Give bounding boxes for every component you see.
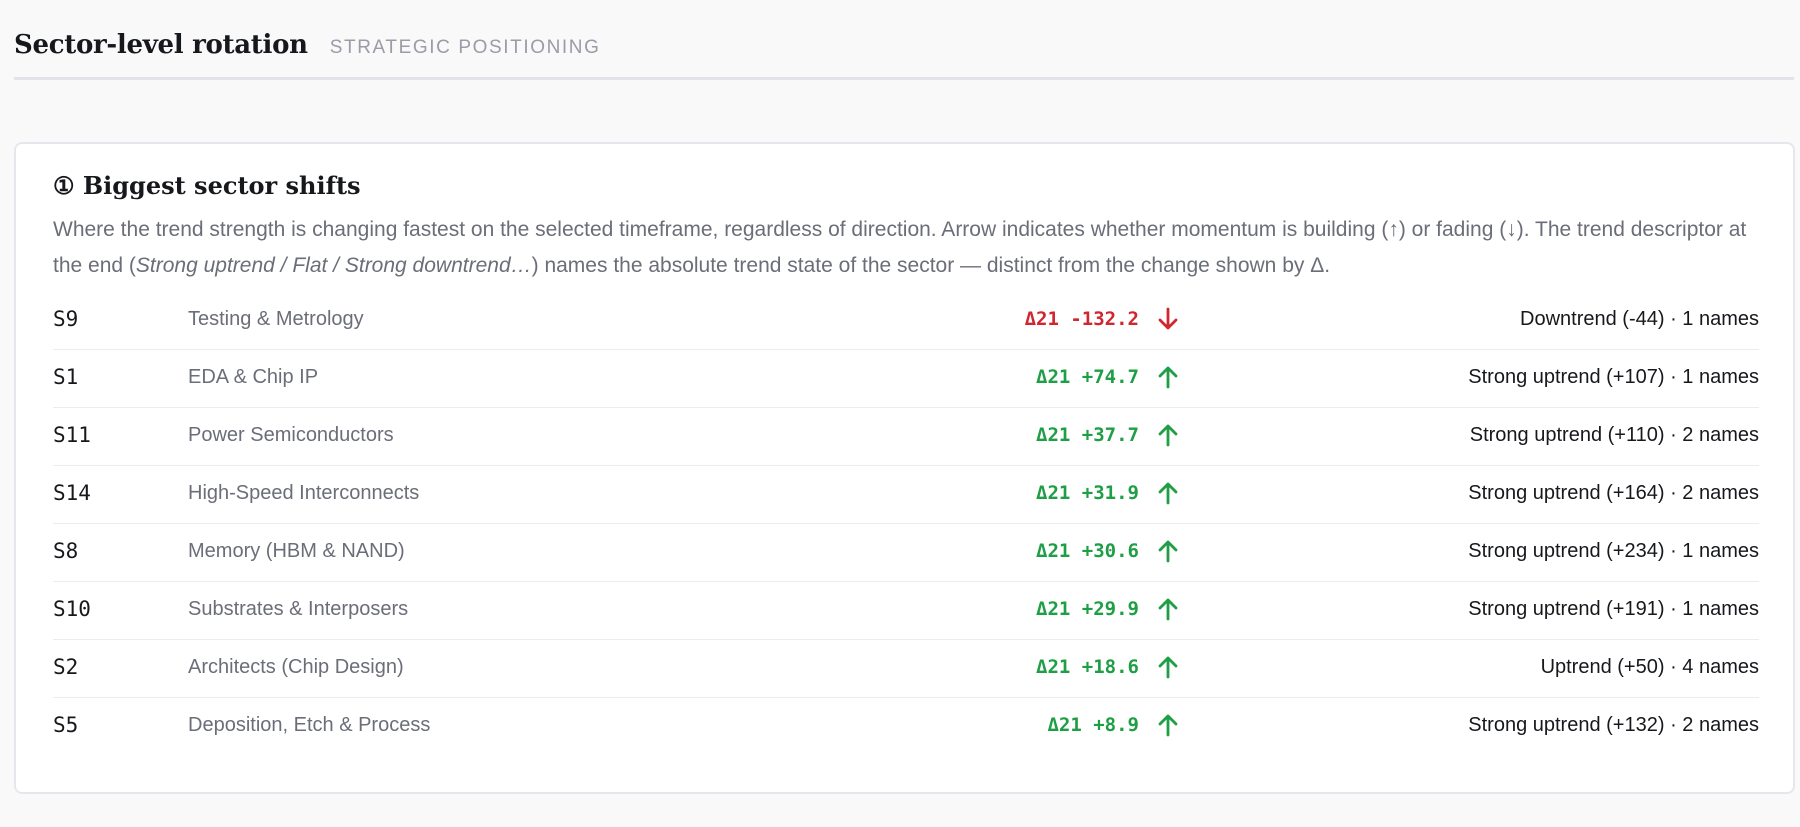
sector-trend: Strong uptrend (+191) · 1 names bbox=[1468, 598, 1759, 620]
sector-row[interactable]: S10 Substrates & Interposers Δ21 +29.9 S… bbox=[53, 582, 1759, 640]
sector-trend: Downtrend (-44) · 1 names bbox=[1520, 308, 1759, 330]
sector-delta: Δ21 +8.9 bbox=[1047, 714, 1139, 736]
card-description: Where the trend strength is changing fas… bbox=[53, 212, 1753, 284]
sector-row[interactable]: S14 High-Speed Interconnects Δ21 +31.9 S… bbox=[53, 466, 1759, 524]
arrow-down-icon bbox=[1158, 307, 1178, 330]
sector-delta: Δ21 +30.6 bbox=[1036, 540, 1139, 562]
section-subtitle: STRATEGIC POSITIONING bbox=[329, 37, 601, 58]
sector-name: Deposition, Etch & Process bbox=[188, 714, 431, 736]
sector-trend: Strong uptrend (+132) · 2 names bbox=[1468, 714, 1759, 736]
description-text-end: ) names the absolute trend state of the … bbox=[531, 254, 1331, 277]
sector-delta: Δ21 +74.7 bbox=[1036, 366, 1139, 388]
sector-delta: Δ21 +18.6 bbox=[1036, 656, 1139, 678]
sector-code: S5 bbox=[53, 713, 79, 737]
sector-trend: Strong uptrend (+234) · 1 names bbox=[1468, 540, 1759, 562]
arrow-up-icon bbox=[1158, 366, 1178, 389]
sector-name: Power Semiconductors bbox=[188, 424, 394, 446]
card-title: ① Biggest sector shifts bbox=[53, 171, 361, 200]
arrow-up-icon bbox=[1158, 482, 1178, 505]
sector-row[interactable]: S5 Deposition, Etch & Process Δ21 +8.9 S… bbox=[53, 698, 1759, 755]
sector-row[interactable]: S8 Memory (HBM & NAND) Δ21 +30.6 Strong … bbox=[53, 524, 1759, 582]
sector-code: S9 bbox=[53, 307, 79, 331]
arrow-up-icon bbox=[1158, 540, 1178, 563]
sector-row[interactable]: S2 Architects (Chip Design) Δ21 +18.6 Up… bbox=[53, 640, 1759, 698]
sector-row[interactable]: S9 Testing & Metrology Δ21 -132.2 Downtr… bbox=[53, 292, 1759, 350]
arrow-up-icon bbox=[1158, 656, 1178, 679]
sector-code: S14 bbox=[53, 481, 91, 505]
sector-code: S2 bbox=[53, 655, 79, 679]
sector-trend: Strong uptrend (+110) · 2 names bbox=[1469, 424, 1759, 446]
sector-trend: Strong uptrend (+107) · 1 names bbox=[1468, 366, 1759, 388]
section-header: Sector-level rotation STRATEGIC POSITION… bbox=[14, 30, 1794, 80]
sector-trend: Uptrend (+50) · 4 names bbox=[1540, 656, 1759, 678]
sector-delta: Δ21 +31.9 bbox=[1036, 482, 1139, 504]
sector-row[interactable]: S1 EDA & Chip IP Δ21 +74.7 Strong uptren… bbox=[53, 350, 1759, 408]
sector-shifts-card: ① Biggest sector shifts Where the trend … bbox=[14, 142, 1795, 794]
section-title: Sector-level rotation bbox=[14, 30, 308, 60]
sector-trend: Strong uptrend (+164) · 2 names bbox=[1468, 482, 1759, 504]
sector-name: Architects (Chip Design) bbox=[188, 656, 404, 678]
sector-code: S8 bbox=[53, 539, 79, 563]
description-italic: Strong uptrend / Flat / Strong downtrend… bbox=[135, 254, 532, 277]
sector-name: Memory (HBM & NAND) bbox=[188, 540, 405, 562]
sector-delta: Δ21 +37.7 bbox=[1036, 424, 1139, 446]
sector-list: S9 Testing & Metrology Δ21 -132.2 Downtr… bbox=[53, 292, 1759, 755]
sector-row[interactable]: S11 Power Semiconductors Δ21 +37.7 Stron… bbox=[53, 408, 1759, 466]
sector-code: S10 bbox=[53, 597, 91, 621]
sector-name: High-Speed Interconnects bbox=[188, 482, 420, 504]
arrow-up-icon bbox=[1158, 714, 1178, 737]
arrow-up-icon bbox=[1158, 598, 1178, 621]
sector-delta: Δ21 +29.9 bbox=[1036, 598, 1139, 620]
arrow-up-icon bbox=[1158, 424, 1178, 447]
sector-name: Testing & Metrology bbox=[188, 308, 364, 330]
sector-code: S1 bbox=[53, 365, 79, 389]
sector-name: Substrates & Interposers bbox=[188, 598, 409, 620]
sector-delta: Δ21 -132.2 bbox=[1024, 308, 1139, 330]
sector-code: S11 bbox=[53, 423, 91, 447]
sector-name: EDA & Chip IP bbox=[188, 366, 319, 388]
